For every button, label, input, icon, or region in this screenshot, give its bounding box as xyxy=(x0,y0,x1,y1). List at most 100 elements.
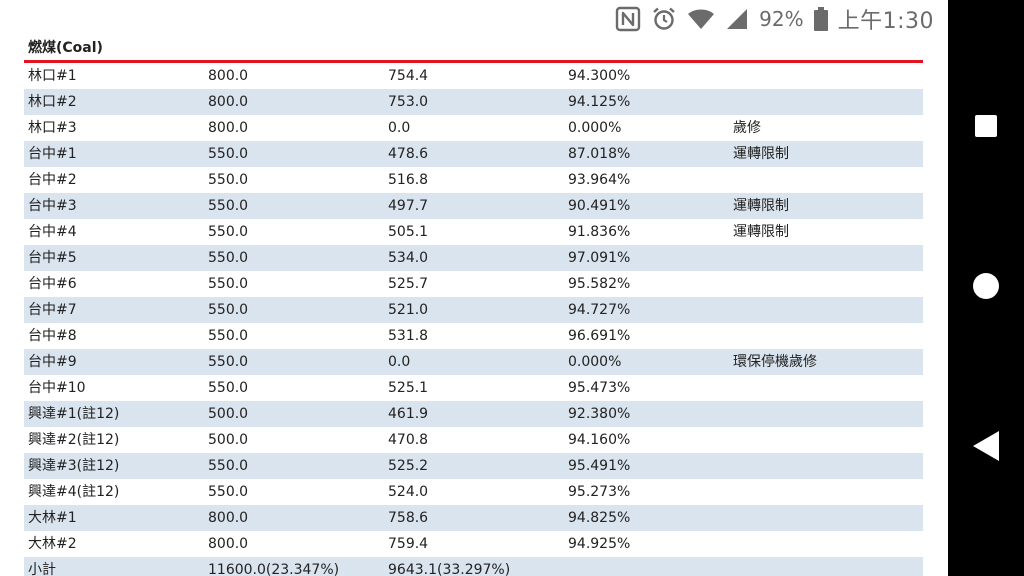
note-cell xyxy=(729,557,923,576)
capacity-cell: 550.0 xyxy=(204,297,384,323)
output-cell: 9643.1(33.297%) xyxy=(384,557,564,576)
note-cell xyxy=(729,401,923,427)
section-title: 燃煤(Coal) xyxy=(28,40,103,56)
note-cell: 環保停機歲修 xyxy=(729,349,923,375)
table-row: 台中#4 550.0 505.1 91.836% 運轉限制 xyxy=(24,219,923,245)
ratio-cell: 90.491% xyxy=(564,193,729,219)
output-cell: 497.7 xyxy=(384,193,564,219)
note-cell xyxy=(729,271,923,297)
plant-name-cell: 林口#3 xyxy=(24,115,204,141)
ratio-cell: 94.925% xyxy=(564,531,729,557)
table-row: 台中#10 550.0 525.1 95.473% xyxy=(24,375,923,401)
wifi-icon xyxy=(687,7,715,31)
plant-name-cell: 台中#1 xyxy=(24,141,204,167)
ratio-cell: 94.300% xyxy=(564,63,729,89)
power-plant-table: 林口#1 800.0 754.4 94.300% 林口#2 800.0 753.0 94.12… xyxy=(24,63,923,576)
ratio-cell: 94.160% xyxy=(564,427,729,453)
output-cell: 525.1 xyxy=(384,375,564,401)
capacity-cell: 550.0 xyxy=(204,141,384,167)
plant-name-cell: 興達#4(註12) xyxy=(24,479,204,505)
plant-name-cell: 台中#5 xyxy=(24,245,204,271)
capacity-cell: 550.0 xyxy=(204,219,384,245)
back-icon xyxy=(972,430,1000,466)
note-cell xyxy=(729,297,923,323)
nfc-icon xyxy=(615,6,641,32)
table-row: 興達#1(註12) 500.0 461.9 92.380% xyxy=(24,401,923,427)
capacity-cell: 550.0 xyxy=(204,349,384,375)
plant-name-cell: 興達#2(註12) xyxy=(24,427,204,453)
plant-name-cell: 台中#9 xyxy=(24,349,204,375)
plant-name-cell: 台中#4 xyxy=(24,219,204,245)
output-cell: 521.0 xyxy=(384,297,564,323)
back-button[interactable] xyxy=(948,418,1024,478)
capacity-cell: 500.0 xyxy=(204,427,384,453)
table-row: 台中#1 550.0 478.6 87.018% 運轉限制 xyxy=(24,141,923,167)
ratio-cell: 87.018% xyxy=(564,141,729,167)
clock: 上午1:30 xyxy=(837,9,934,34)
note-cell xyxy=(729,453,923,479)
plant-name-cell: 台中#8 xyxy=(24,323,204,349)
ratio-cell: 95.273% xyxy=(564,479,729,505)
plant-name-cell: 台中#7 xyxy=(24,297,204,323)
ratio-cell: 95.473% xyxy=(564,375,729,401)
plant-name-cell: 台中#3 xyxy=(24,193,204,219)
capacity-cell: 550.0 xyxy=(204,167,384,193)
capacity-cell: 550.0 xyxy=(204,375,384,401)
ratio-cell: 94.727% xyxy=(564,297,729,323)
status-icons: 92% 上午1:30 xyxy=(615,4,934,34)
capacity-cell: 800.0 xyxy=(204,63,384,89)
capacity-cell: 550.0 xyxy=(204,271,384,297)
plant-name-cell: 林口#2 xyxy=(24,89,204,115)
cell-signal-icon xyxy=(725,7,749,31)
capacity-cell: 550.0 xyxy=(204,323,384,349)
note-cell xyxy=(729,375,923,401)
output-cell: 470.8 xyxy=(384,427,564,453)
output-cell: 758.6 xyxy=(384,505,564,531)
capacity-cell: 800.0 xyxy=(204,115,384,141)
output-cell: 505.1 xyxy=(384,219,564,245)
navigation-bar xyxy=(948,0,1024,576)
home-button[interactable] xyxy=(948,258,1024,318)
output-cell: 0.0 xyxy=(384,349,564,375)
note-cell: 歲修 xyxy=(729,115,923,141)
recents-button[interactable] xyxy=(948,98,1024,158)
capacity-cell: 11600.0(23.347%) xyxy=(204,557,384,576)
note-cell xyxy=(729,531,923,557)
plant-name-cell: 台中#10 xyxy=(24,375,204,401)
note-cell xyxy=(729,63,923,89)
note-cell xyxy=(729,245,923,271)
table-row: 台中#2 550.0 516.8 93.964% xyxy=(24,167,923,193)
table-row: 台中#6 550.0 525.7 95.582% xyxy=(24,271,923,297)
note-cell: 運轉限制 xyxy=(729,141,923,167)
ratio-cell: 0.000% xyxy=(564,115,729,141)
table-row: 台中#5 550.0 534.0 97.091% xyxy=(24,245,923,271)
plant-name-cell: 大林#1 xyxy=(24,505,204,531)
plant-name-cell: 林口#1 xyxy=(24,63,204,89)
note-cell xyxy=(729,167,923,193)
note-cell xyxy=(729,479,923,505)
table-row: 興達#4(註12) 550.0 524.0 95.273% xyxy=(24,479,923,505)
page-content[interactable]: 燃煤(Coal) 林口#1 800.0 754.4 94.300% 林口#2 800.0 7… xyxy=(0,38,948,576)
table-row: 台中#9 550.0 0.0 0.000% 環保停機歲修 xyxy=(24,349,923,375)
table-row: 大林#2 800.0 759.4 94.925% xyxy=(24,531,923,557)
output-cell: 531.8 xyxy=(384,323,564,349)
capacity-cell: 800.0 xyxy=(204,505,384,531)
output-cell: 525.7 xyxy=(384,271,564,297)
alarm-icon xyxy=(651,6,677,32)
capacity-cell: 500.0 xyxy=(204,401,384,427)
note-cell xyxy=(729,323,923,349)
output-cell: 759.4 xyxy=(384,531,564,557)
battery-icon xyxy=(813,7,828,31)
note-cell xyxy=(729,427,923,453)
note-cell xyxy=(729,505,923,531)
ratio-cell: 93.964% xyxy=(564,167,729,193)
ratio-cell xyxy=(564,557,729,576)
table-row: 大林#1 800.0 758.6 94.825% xyxy=(24,505,923,531)
plant-name-cell: 台中#2 xyxy=(24,167,204,193)
note-cell xyxy=(729,89,923,115)
table-row: 小計 11600.0(23.347%) 9643.1(33.297%) xyxy=(24,557,923,576)
capacity-cell: 550.0 xyxy=(204,479,384,505)
note-cell: 運轉限制 xyxy=(729,219,923,245)
ratio-cell: 0.000% xyxy=(564,349,729,375)
ratio-cell: 92.380% xyxy=(564,401,729,427)
